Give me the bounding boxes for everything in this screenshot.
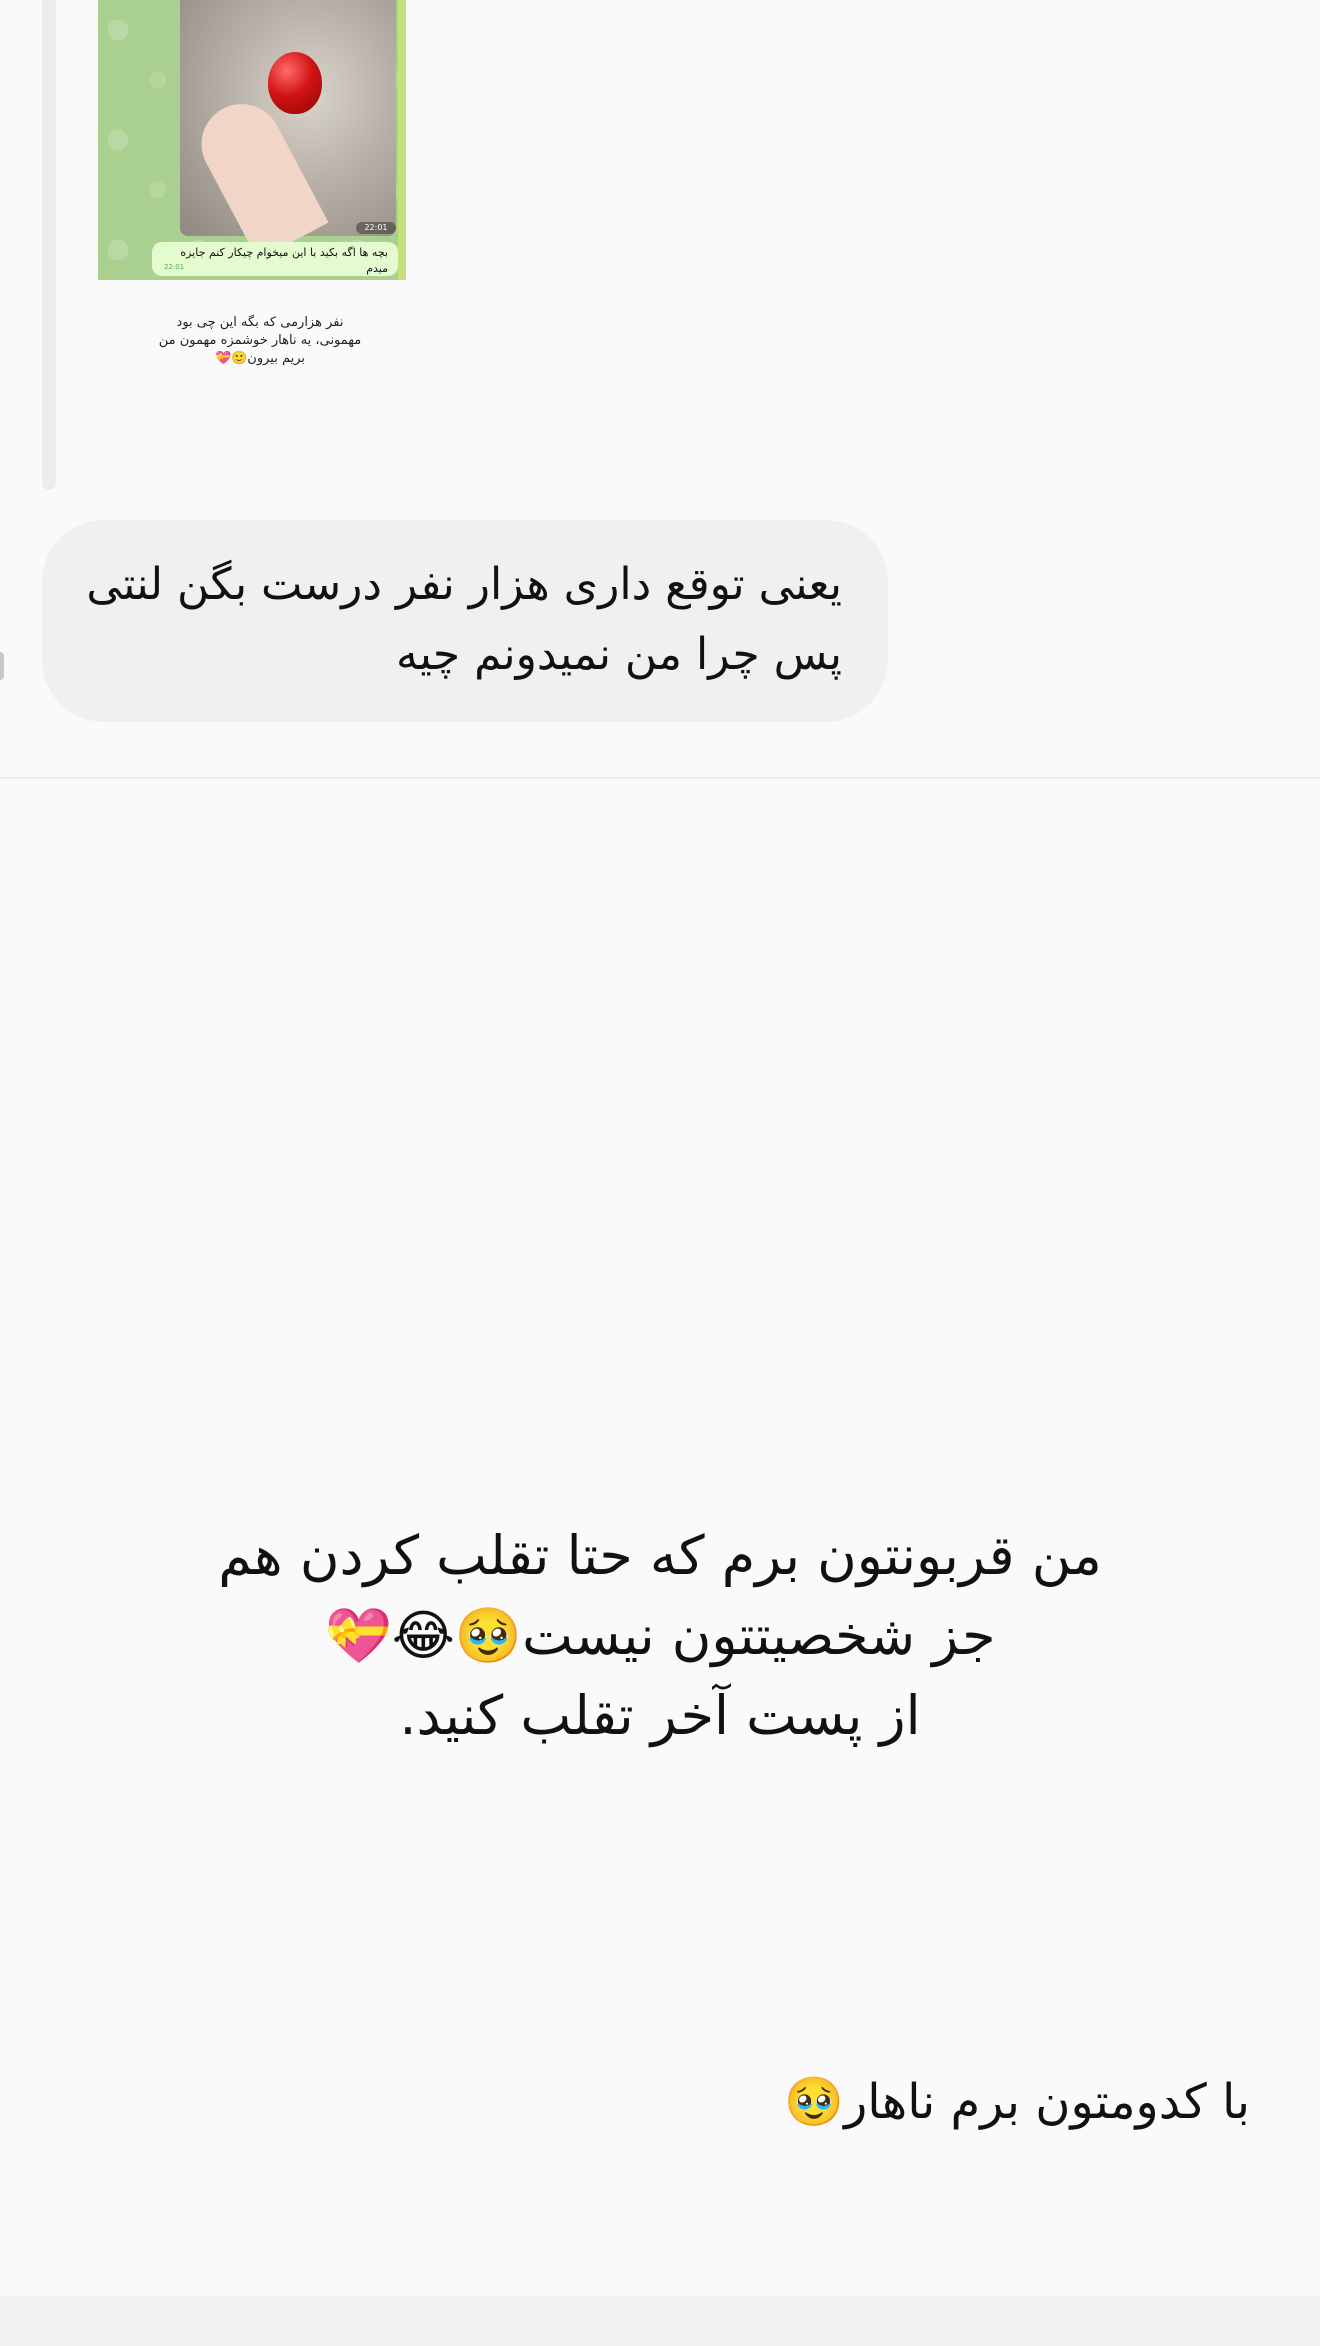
reply-message-bubble[interactable]: یعنی توقع داری هزار نفر درست بگن لنتی پس… bbox=[42, 520, 888, 722]
caption-line: مهمونی، یه ناهار خوشمزه مهمون من bbox=[158, 333, 362, 348]
caption-timestamp: 22:01 bbox=[164, 263, 185, 271]
message-line: یعنی توقع داری هزار نفر درست بگن لنتی bbox=[86, 559, 842, 610]
shared-post-image[interactable]: 22:01 بچه ها اگه بکید با این میخوام چیکا… bbox=[98, 0, 406, 280]
photo-timestamp: 22:01 bbox=[356, 222, 396, 234]
shared-post-caption: نفر هزارمی که بگه این چی بود مهمونی، یه … bbox=[130, 314, 390, 368]
story-question-text: با کدومتون برم ناهار🥹 bbox=[784, 2074, 1250, 2130]
image-edge-stripe bbox=[398, 0, 406, 280]
story-line: از پست آخر تقلب کنید. bbox=[399, 1684, 921, 1747]
photo-caption-bubble: بچه ها اگه بکید با این میخوام چیکار کنم … bbox=[152, 242, 398, 276]
message-line: پس چرا من نمیدونم چیه bbox=[396, 629, 842, 680]
red-balloon bbox=[268, 52, 322, 114]
avatar-edge bbox=[0, 652, 4, 680]
story-line: جز شخصیتتون نیست🥹😂💝 bbox=[324, 1604, 996, 1667]
bottom-bar bbox=[0, 2296, 1320, 2346]
caption-line: نفر هزارمی که بگه این چی بود bbox=[176, 315, 344, 330]
section-divider bbox=[0, 777, 1320, 779]
caption-line: بریم بیرون🙂💝 bbox=[214, 351, 306, 366]
reply-quote-bar bbox=[42, 0, 56, 490]
story-line: من قربونتون برم که حتا تقلب کردن هم bbox=[218, 1524, 1102, 1587]
story-main-text: من قربونتون برم که حتا تقلب کردن هم جز ش… bbox=[160, 1516, 1160, 1756]
